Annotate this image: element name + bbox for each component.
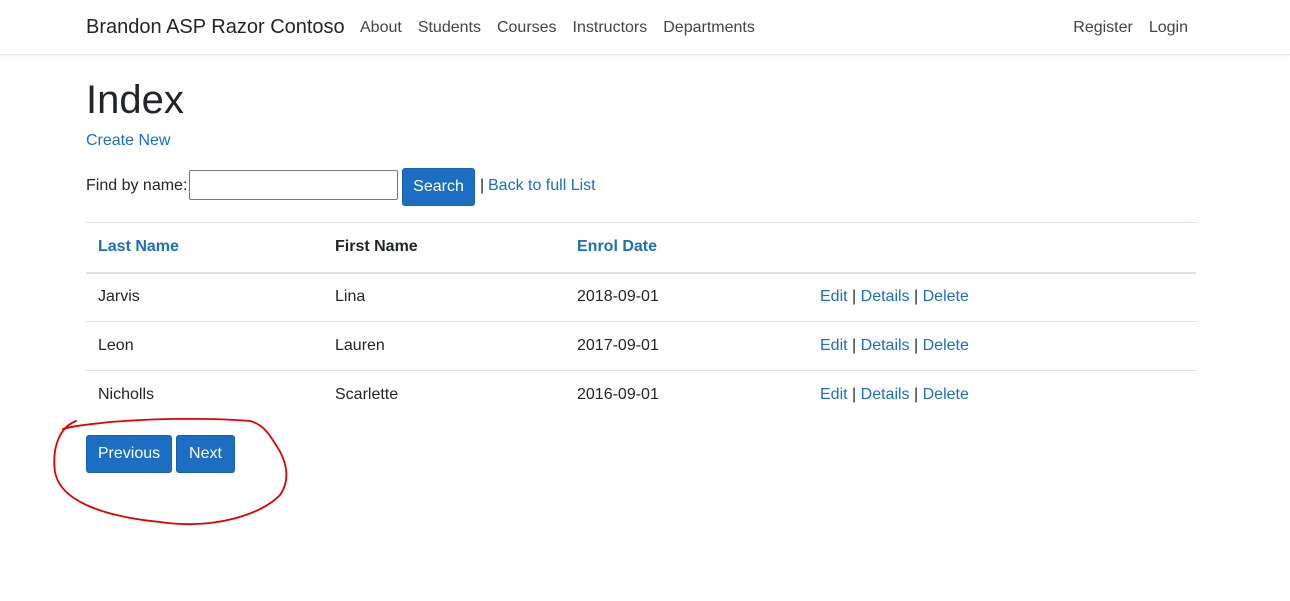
- separator: |: [914, 386, 919, 404]
- first-name-cell: Scarlette: [335, 386, 399, 404]
- account-nav: Register Login: [1073, 19, 1188, 37]
- table-row: Nicholls Scarlette 2016-09-01 Edit | Det…: [86, 371, 1196, 420]
- actions-header: [808, 222, 1196, 274]
- delete-link[interactable]: Delete: [923, 288, 969, 305]
- nav-departments-link[interactable]: Departments: [663, 19, 755, 37]
- separator: |: [852, 386, 857, 404]
- first-name-cell: Lina: [323, 272, 565, 322]
- separator: |: [914, 288, 919, 306]
- separator: |: [914, 337, 919, 354]
- actions-cell: Edit | Details | Delete: [808, 321, 1196, 371]
- find-by-name-label: Find by name:: [86, 177, 188, 194]
- actions-cell: Edit | Details | Delete: [808, 371, 1196, 420]
- enrol-date-cell: 2018-09-01: [565, 272, 808, 322]
- top-navbar: Brandon ASP Razor Contoso About Students…: [0, 0, 1290, 55]
- page-title: Index: [86, 78, 184, 122]
- edit-link[interactable]: Edit: [820, 337, 848, 354]
- separator: |: [852, 288, 857, 306]
- search-button[interactable]: Search: [402, 168, 475, 206]
- edit-link[interactable]: Edit: [820, 386, 848, 403]
- table-header-row: Last Name First Name Enrol Date: [86, 222, 1196, 274]
- first-name-header: First Name: [323, 222, 565, 274]
- students-table: Last Name First Name Enrol Date Jarvis L…: [86, 222, 1196, 420]
- enrol-date-cell: 2017-09-01: [565, 321, 808, 371]
- details-link[interactable]: Details: [861, 337, 910, 354]
- nav-courses-link[interactable]: Courses: [497, 19, 557, 37]
- table-row: Jarvis Lina 2018-09-01 Edit | Details | …: [86, 272, 1196, 322]
- enrol-date-cell: 2016-09-01: [577, 386, 659, 404]
- details-link[interactable]: Details: [861, 288, 910, 305]
- actions-cell: Edit | Details | Delete: [808, 272, 1196, 322]
- previous-button[interactable]: Previous: [86, 435, 172, 473]
- nav-register-link[interactable]: Register: [1073, 19, 1133, 37]
- separator: |: [480, 177, 485, 194]
- back-to-full-list-link[interactable]: Back to full List: [488, 177, 596, 195]
- nav-students-link[interactable]: Students: [418, 19, 481, 37]
- sort-last-name-link[interactable]: Last Name: [98, 238, 179, 255]
- brand-link[interactable]: Brandon ASP Razor Contoso: [86, 16, 345, 39]
- last-name-cell: Leon: [86, 321, 323, 371]
- delete-link[interactable]: Delete: [923, 337, 969, 354]
- nav-instructors-link[interactable]: Instructors: [573, 19, 648, 37]
- separator: |: [852, 337, 857, 354]
- main-nav: About Students Courses Instructors Depar…: [360, 19, 755, 37]
- sort-enrol-date-link[interactable]: Enrol Date: [577, 238, 657, 255]
- table-row: Leon Lauren 2017-09-01 Edit | Details | …: [86, 321, 1196, 371]
- search-input[interactable]: [189, 170, 398, 200]
- nav-login-link[interactable]: Login: [1149, 19, 1188, 37]
- delete-link[interactable]: Delete: [923, 386, 969, 403]
- create-new-link[interactable]: Create New: [86, 132, 170, 150]
- last-name-cell: Jarvis: [86, 272, 323, 322]
- details-link[interactable]: Details: [861, 386, 910, 403]
- first-name-cell: Lauren: [323, 321, 565, 371]
- nav-about-link[interactable]: About: [360, 19, 402, 37]
- edit-link[interactable]: Edit: [820, 288, 848, 305]
- last-name-cell: Nicholls: [98, 386, 155, 404]
- next-button[interactable]: Next: [176, 435, 235, 473]
